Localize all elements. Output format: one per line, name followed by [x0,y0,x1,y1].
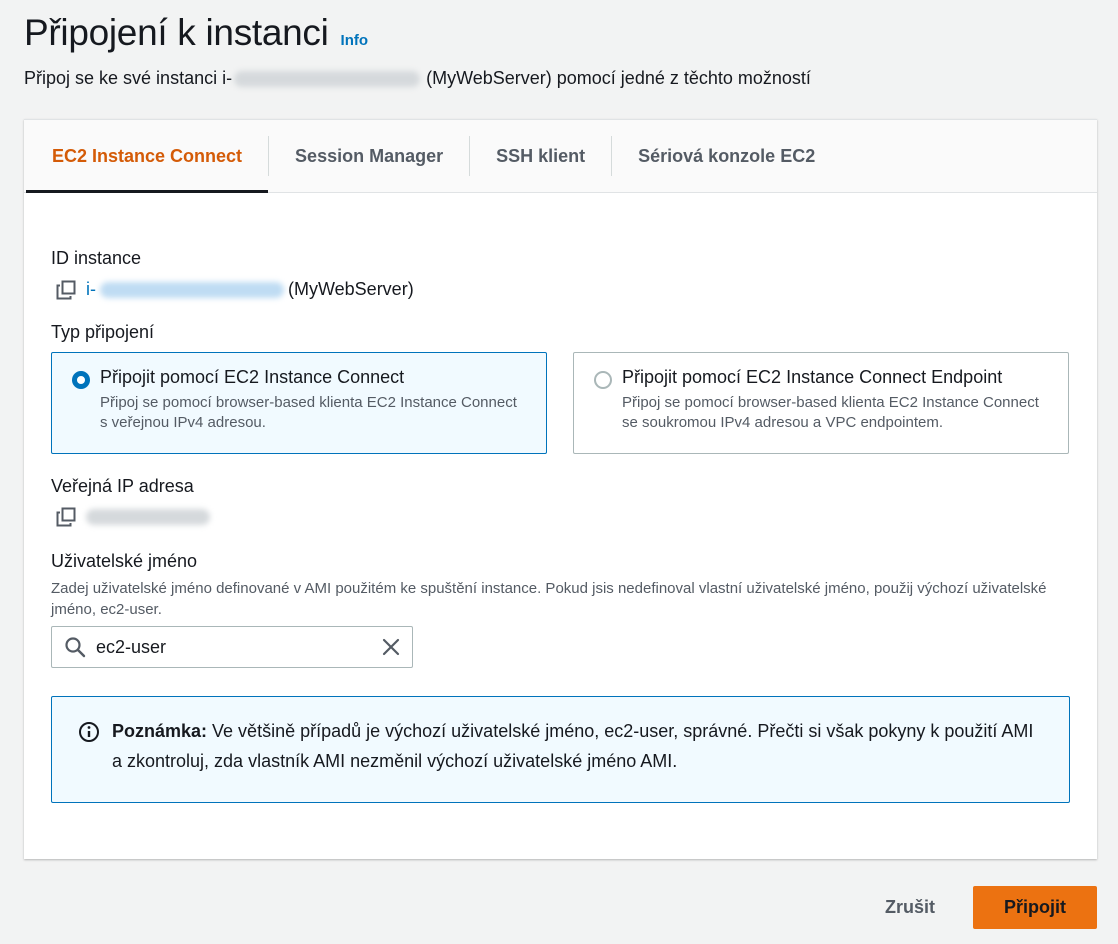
username-input[interactable] [96,636,380,658]
connection-type-radio-group: Připojit pomocí EC2 Instance Connect Při… [51,352,1070,454]
instance-id-prefix: i- [86,279,96,299]
radio-description: Připoj se pomocí browser-based klienta E… [622,394,1039,431]
redacted-public-ip [86,509,210,525]
radio-button-unchecked[interactable] [594,371,612,389]
public-ip-label: Veřejná IP adresa [51,476,194,496]
connect-button[interactable]: Připojit [973,886,1097,929]
radio-tile-ec2-instance-connect-endpoint[interactable]: Připojit pomocí EC2 Instance Connect End… [573,352,1069,454]
radio-title: Připojit pomocí EC2 Instance Connect [100,367,405,387]
tab-ssh-client[interactable]: SSH klient [470,120,611,192]
tab-session-manager[interactable]: Session Manager [269,120,469,192]
username-label: Uživatelské jméno [51,551,198,571]
instance-id-row: i- (MyWebServer) [51,279,1070,300]
radio-tile-ec2-instance-connect[interactable]: Připojit pomocí EC2 Instance Connect Při… [51,352,547,454]
alert-bold-label: Poznámka: [112,721,208,741]
info-alert: Poznámka: Ve většině případů je výchozí … [51,696,1070,803]
subtitle-prefix: Připoj se ke své instanci i- [24,68,233,88]
username-input-wrapper [51,626,413,668]
instance-id-link[interactable]: i- [86,279,288,300]
alert-text: Poznámka: Ve většině případů je výchozí … [112,716,1043,778]
page-title: Připojení k instanci [24,12,329,53]
instance-id-label: ID instance [51,248,142,268]
tab-bar: EC2 Instance Connect Session Manager SSH… [24,120,1097,193]
radio-button-checked[interactable] [72,371,90,389]
radio-title: Připojit pomocí EC2 Instance Connect End… [622,367,1003,387]
copy-icon[interactable] [56,507,76,527]
info-icon [79,722,99,742]
page-header: Připojení k instanci Info Připoj se ke s… [24,12,811,89]
tab-ec2-instance-connect[interactable]: EC2 Instance Connect [24,120,269,193]
redacted-instance-id [234,70,421,87]
copy-icon[interactable] [56,280,76,300]
info-link[interactable]: Info [341,32,369,49]
instance-name: (MyWebServer) [288,279,414,299]
footer-actions: Zrušit Připojit [885,886,1097,929]
page-subtitle: Připoj se ke své instanci i- (MyWebServe… [24,68,811,89]
radio-description: Připoj se pomocí browser-based klienta E… [100,394,517,431]
connection-type-label: Typ připojení [51,322,155,342]
tab-serial-console[interactable]: Sériová konzole EC2 [612,120,841,192]
public-ip-row [51,507,1070,527]
username-description: Zadej uživatelské jméno definované v AMI… [51,580,1047,618]
connect-card: EC2 Instance Connect Session Manager SSH… [24,119,1097,859]
title-row: Připojení k instanci Info [24,12,811,54]
cancel-button[interactable]: Zrušit [885,897,935,918]
redacted-instance-id [100,281,284,298]
subtitle-suffix: (MyWebServer) pomocí jedné z těchto možn… [426,68,811,88]
search-icon [65,637,86,658]
alert-message: Ve většině případů je výchozí uživatelsk… [112,721,1034,771]
clear-icon[interactable] [380,636,402,658]
tab-content: ID instance i- (MyWebServer) Typ připoje… [51,248,1070,803]
